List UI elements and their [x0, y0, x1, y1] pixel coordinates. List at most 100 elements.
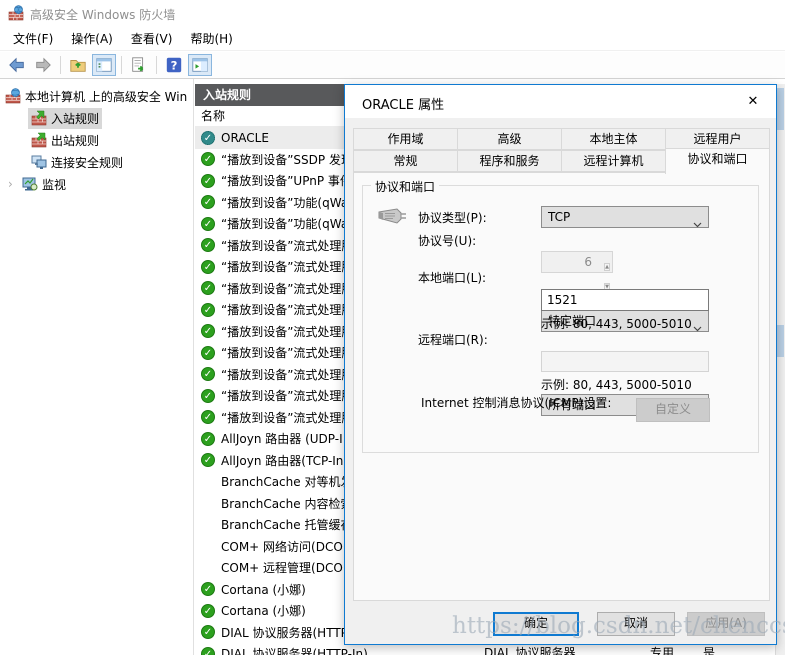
rule-name: BranchCache 内容检索: [221, 495, 352, 512]
rule-name: “播放到设备”流式处理服: [221, 280, 353, 297]
no-icon: [201, 561, 215, 575]
expand-chevron-icon[interactable]: ›: [8, 177, 20, 191]
rule-name: COM+ 远程管理(DCO: [221, 559, 343, 576]
window-titlebar: 高级安全 Windows 防火墙: [0, 0, 785, 26]
help-icon[interactable]: ?: [162, 54, 186, 76]
rule-name: BranchCache 托管缓存: [221, 516, 352, 533]
tree-root-item[interactable]: 本地计算机 上的高级安全 Win: [0, 85, 193, 107]
rule-name: DIAL 协议服务器(HTTP-In): [221, 645, 368, 655]
tab-page-protocols-ports: 协议和端口 协议类型(P): TCP 协议号(U): 6: [353, 172, 770, 601]
rule-name: AllJoyn 路由器 (UDP-I: [221, 430, 343, 447]
local-port-input[interactable]: 1521: [541, 289, 709, 311]
menu-view[interactable]: 查看(V): [122, 26, 182, 51]
tab-strip-bottom: 常规 程序和服务 远程计算机 协议和端口: [353, 150, 770, 174]
green-check-icon: [201, 625, 215, 639]
protocol-number-spinner: 6 ▲ ▼: [541, 251, 613, 273]
local-port-label: 本地端口(L):: [418, 269, 486, 286]
dialog-title: ORACLE 属性: [362, 94, 444, 113]
tab-advanced[interactable]: 高级: [457, 128, 562, 150]
rule-name: “播放到设备”流式处理服: [221, 409, 353, 426]
groupbox-title: 协议和端口: [371, 178, 439, 195]
remote-port-example: 示例: 80, 443, 5000-5010: [541, 376, 692, 393]
scrollbar-thumb[interactable]: [777, 88, 784, 130]
green-check-icon: [201, 174, 215, 188]
sidebar-item-label: 连接安全规则: [51, 154, 123, 171]
protocols-ports-groupbox: 协议和端口 协议类型(P): TCP 协议号(U): 6: [362, 185, 759, 453]
menu-bar: 文件(F) 操作(A) 查看(V) 帮助(H): [0, 26, 785, 51]
tab-scope[interactable]: 作用域: [353, 128, 458, 150]
no-icon: [201, 496, 215, 510]
rule-name: Cortana (小娜): [221, 602, 306, 619]
ok-button[interactable]: 确定: [493, 612, 579, 636]
cancel-button[interactable]: 取消: [597, 612, 675, 636]
remote-port-input: [541, 351, 709, 372]
toolbar: ?: [0, 52, 785, 79]
rule-name: “播放到设备”流式处理服: [221, 366, 353, 383]
tab-programs-services[interactable]: 程序和服务: [457, 150, 562, 172]
green-check-icon: [201, 453, 215, 467]
tree-root-label: 本地计算机 上的高级安全 Win: [25, 88, 187, 105]
sidebar-item-inbound-rules[interactable]: 入站规则: [0, 107, 193, 129]
apply-button: 应用(A): [687, 612, 765, 636]
no-icon: [201, 475, 215, 489]
protocol-type-combobox[interactable]: TCP: [541, 206, 709, 228]
rule-name: “播放到设备”功能(qWa: [221, 215, 348, 232]
rule-name: “播放到设备”SSDP 发现: [221, 151, 353, 168]
menu-file[interactable]: 文件(F): [4, 26, 62, 51]
green-check-icon: [201, 410, 215, 424]
green-check-icon: [201, 604, 215, 618]
connection-security-icon: [31, 154, 47, 170]
rule-name: COM+ 网络访问(DCO: [221, 538, 343, 555]
tab-local-principals[interactable]: 本地主体: [561, 128, 666, 150]
spin-up-icon: ▲: [604, 263, 610, 271]
menu-action[interactable]: 操作(A): [62, 26, 122, 51]
rule-name: ORACLE: [221, 131, 269, 145]
rule-name: “播放到设备”流式处理服: [221, 258, 353, 275]
svg-text:?: ?: [171, 59, 178, 73]
rule-name: “播放到设备”流式处理服: [221, 323, 353, 340]
tab-remote-computers[interactable]: 远程计算机: [561, 150, 666, 172]
teal-check-icon: [201, 131, 215, 145]
no-icon: [201, 518, 215, 532]
tab-general[interactable]: 常规: [353, 150, 458, 172]
menu-help[interactable]: 帮助(H): [181, 26, 241, 51]
outbound-rules-icon: [31, 132, 47, 148]
console-tree-icon[interactable]: [92, 54, 116, 76]
green-check-icon: [201, 303, 215, 317]
rule-name: “播放到设备”流式处理服: [221, 387, 353, 404]
action-pane-icon[interactable]: [188, 54, 212, 76]
rule-name: “播放到设备”流式处理服: [221, 301, 353, 318]
firewall-icon: [5, 88, 21, 104]
connector-plug-icon: [375, 204, 409, 231]
green-check-icon: [201, 582, 215, 596]
green-check-icon: [201, 346, 215, 360]
green-check-icon: [201, 432, 215, 446]
green-check-icon: [201, 324, 215, 338]
export-list-icon[interactable]: [127, 54, 151, 76]
rule-name: “播放到设备”功能(qWa: [221, 194, 348, 211]
rule-name: Cortana (小娜): [221, 581, 306, 598]
dialog-titlebar: ORACLE 属性 ✕: [345, 85, 776, 118]
customize-button: 自定义: [636, 398, 710, 422]
tab-strip-top: 作用域 高级 本地主体 远程用户: [353, 128, 770, 150]
sidebar-item-outbound-rules[interactable]: 出站规则: [0, 129, 193, 151]
chevron-down-icon: [693, 318, 702, 338]
up-level-folder-icon[interactable]: [66, 54, 90, 76]
scrollbar-thumb[interactable]: [777, 325, 784, 357]
tab-protocols-ports[interactable]: 协议和端口: [665, 148, 770, 174]
sidebar-item-label: 出站规则: [51, 132, 99, 149]
protocol-type-label: 协议类型(P):: [418, 209, 487, 226]
green-check-icon: [201, 367, 215, 381]
forward-icon[interactable]: [31, 54, 55, 76]
rule-name: BranchCache 对等机发: [221, 473, 352, 490]
sidebar-item-label: 监视: [42, 176, 66, 193]
rule-name: “播放到设备”UPnP 事件: [221, 172, 352, 189]
sidebar-item-connection-security[interactable]: 连接安全规则: [0, 151, 193, 173]
back-icon[interactable]: [5, 54, 29, 76]
console-tree-panel: 本地计算机 上的高级安全 Win 入站规则: [0, 79, 194, 655]
sidebar-item-monitoring[interactable]: › 监视: [0, 173, 193, 195]
inbound-rules-icon: [31, 110, 47, 126]
chevron-down-icon: [693, 214, 702, 234]
close-icon[interactable]: ✕: [743, 92, 763, 112]
tab-remote-users[interactable]: 远程用户: [665, 128, 770, 150]
